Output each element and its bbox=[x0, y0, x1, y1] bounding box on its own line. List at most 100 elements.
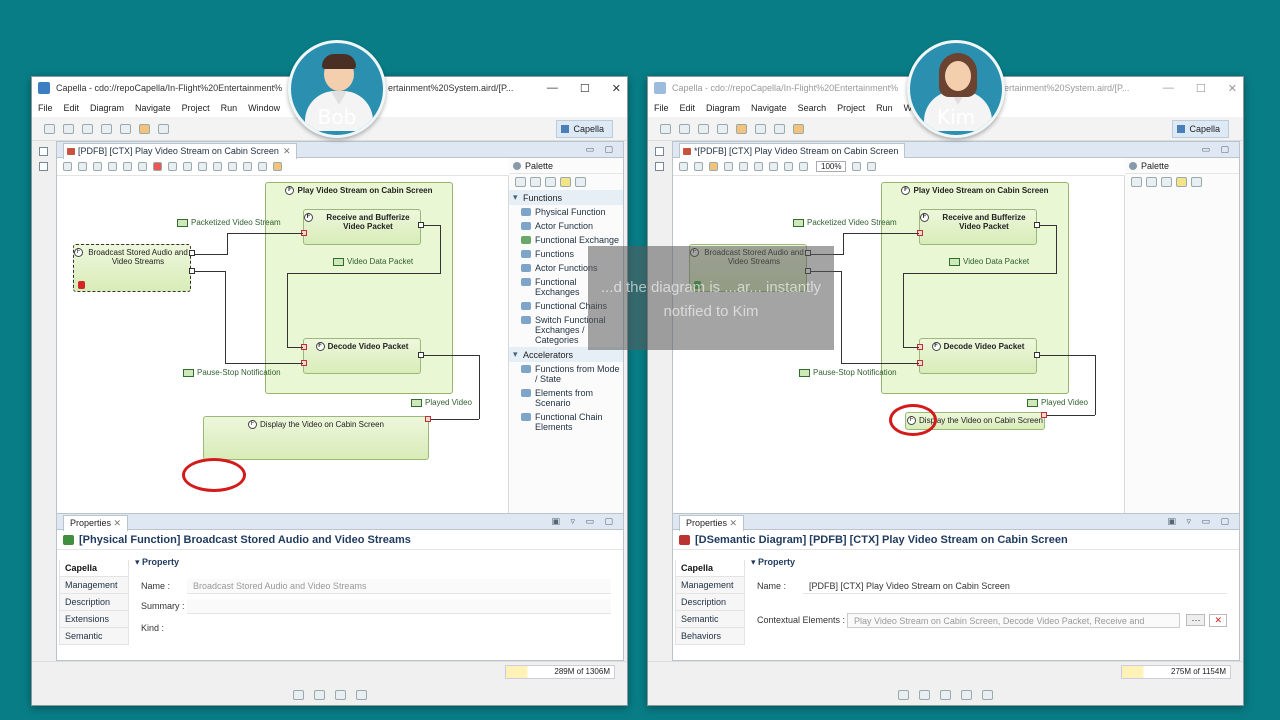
maximize-button[interactable]: ☐ bbox=[580, 82, 590, 95]
browse-button[interactable]: ··· bbox=[1186, 614, 1206, 626]
exchange-label[interactable]: Packetized Video Stream bbox=[177, 218, 281, 227]
font-color-icon[interactable] bbox=[198, 162, 207, 171]
side-tab-description[interactable]: Description bbox=[59, 594, 129, 611]
editor-tab[interactable]: [PDFB] [CTX] Play Video Stream on Cabin … bbox=[63, 142, 298, 159]
hierarchy-icon[interactable] bbox=[982, 690, 993, 700]
pointer-icon[interactable] bbox=[515, 177, 526, 187]
camera-icon[interactable] bbox=[852, 162, 862, 171]
italic-icon[interactable] bbox=[183, 162, 192, 171]
view-menu-icons[interactable]: ▣ ▿ ▭ ▢ bbox=[1167, 516, 1233, 527]
minimize-maximize-icons[interactable]: ▭ ▢ bbox=[585, 144, 617, 155]
function-decode[interactable]: F Decode Video Packet bbox=[919, 338, 1037, 374]
line-color-icon[interactable] bbox=[228, 162, 237, 171]
side-tab-management[interactable]: Management bbox=[675, 577, 745, 594]
menu-search[interactable]: Search bbox=[798, 103, 827, 113]
menu-diagram[interactable]: Diagram bbox=[706, 103, 740, 113]
print-icon[interactable] bbox=[717, 123, 728, 134]
save-all-icon[interactable] bbox=[698, 123, 709, 134]
export-icon[interactable] bbox=[123, 162, 132, 171]
maximize-button[interactable]: ☐ bbox=[1196, 82, 1206, 95]
summary-input[interactable] bbox=[187, 598, 611, 614]
image-icon[interactable] bbox=[258, 162, 267, 171]
name-input[interactable]: Broadcast Stored Audio and Video Streams bbox=[187, 578, 611, 594]
problems-icon[interactable] bbox=[355, 690, 367, 700]
forward-arrow-icon[interactable] bbox=[158, 123, 169, 134]
side-tab-capella[interactable]: Capella bbox=[59, 560, 129, 577]
function-receive-bufferize[interactable]: F Receive and Bufferize Video Packet bbox=[919, 209, 1037, 245]
close-button[interactable]: ✕ bbox=[612, 82, 621, 95]
editor-tab[interactable]: *[PDFB] [CTX] Play Video Stream on Cabin… bbox=[679, 143, 906, 158]
new-icon[interactable] bbox=[44, 123, 55, 134]
zoom-in-icon[interactable] bbox=[530, 177, 541, 187]
pin-icon[interactable] bbox=[769, 162, 778, 171]
exchange-label[interactable]: Packetized Video Stream bbox=[793, 218, 897, 227]
menu-project[interactable]: Project bbox=[837, 103, 865, 113]
select-icon[interactable] bbox=[679, 162, 688, 171]
function-decode[interactable]: F Decode Video Packet bbox=[303, 338, 421, 374]
navigate-icon[interactable] bbox=[774, 123, 785, 134]
pointer-icon[interactable] bbox=[1131, 177, 1142, 187]
zoom-in-icon[interactable] bbox=[784, 162, 793, 171]
menu-navigate[interactable]: Navigate bbox=[135, 103, 171, 113]
wand-icon[interactable] bbox=[755, 123, 766, 134]
back-arrow-icon[interactable] bbox=[139, 123, 150, 134]
exchange-label[interactable]: Played Video bbox=[411, 398, 472, 407]
perspective-capella-button[interactable]: Capella bbox=[556, 120, 613, 138]
zoom-out-icon[interactable] bbox=[545, 177, 556, 187]
undo-icon[interactable] bbox=[120, 123, 131, 134]
save-all-icon[interactable] bbox=[82, 123, 93, 134]
outline-icon[interactable] bbox=[919, 690, 930, 700]
minimize-button[interactable]: — bbox=[547, 82, 558, 94]
zoom-select[interactable]: 100% bbox=[816, 161, 847, 172]
menu-run[interactable]: Run bbox=[221, 103, 238, 113]
project-explorer-icon[interactable] bbox=[654, 162, 664, 171]
menu-project[interactable]: Project bbox=[182, 103, 210, 113]
palette-item[interactable]: Functions from Mode / State bbox=[509, 362, 623, 386]
menu-navigate[interactable]: Navigate bbox=[751, 103, 787, 113]
function-receive-bufferize[interactable]: F Receive and Bufferize Video Packet bbox=[303, 209, 421, 245]
zoom-in-icon[interactable] bbox=[1146, 177, 1157, 187]
menu-diagram[interactable]: Diagram bbox=[90, 103, 124, 113]
side-tab-semantic[interactable]: Semantic bbox=[59, 628, 129, 645]
close-tab-icon[interactable]: ✕ bbox=[114, 518, 122, 528]
restore-icon[interactable] bbox=[334, 690, 346, 700]
remove-red-icon[interactable]: ✕ bbox=[1209, 613, 1227, 627]
palette-item[interactable]: Functional Chain Elements bbox=[509, 410, 623, 434]
exchange-label[interactable]: Played Video bbox=[1027, 398, 1088, 407]
side-tab-semantic[interactable]: Semantic bbox=[675, 611, 745, 628]
restore-icon[interactable] bbox=[898, 690, 909, 700]
save-icon[interactable] bbox=[679, 123, 690, 134]
restore-view-icon[interactable] bbox=[38, 147, 48, 156]
exchange-label[interactable]: Pause-Stop Notification bbox=[799, 368, 897, 377]
minimize-maximize-icons[interactable]: ▭ ▢ bbox=[1201, 144, 1233, 155]
back-arrow-icon[interactable] bbox=[793, 123, 804, 134]
note-icon[interactable] bbox=[560, 177, 571, 187]
restore-view-icon[interactable] bbox=[654, 147, 664, 156]
property-section-header[interactable]: ▾ Property bbox=[135, 554, 611, 570]
palette-item[interactable]: Elements from Scenario bbox=[509, 386, 623, 410]
perspective-capella-button[interactable]: Capella bbox=[1172, 120, 1229, 138]
menu-edit[interactable]: Edit bbox=[680, 103, 696, 113]
link-icon[interactable] bbox=[575, 177, 586, 187]
zoom-out-icon[interactable] bbox=[1161, 177, 1172, 187]
lock-icon[interactable] bbox=[736, 123, 747, 134]
palette-section-functions[interactable]: Functions bbox=[509, 190, 623, 205]
new-icon[interactable] bbox=[660, 123, 671, 134]
filter-icon[interactable] bbox=[739, 162, 748, 171]
problems-icon[interactable] bbox=[961, 690, 972, 700]
arrow-style-icon[interactable] bbox=[243, 162, 252, 171]
properties-tab[interactable]: Properties ✕ bbox=[63, 514, 129, 531]
name-input[interactable]: [PDFB] [CTX] Play Video Stream on Cabin … bbox=[803, 578, 1227, 594]
restore-icon[interactable] bbox=[940, 690, 951, 700]
layer-icon[interactable] bbox=[694, 162, 703, 171]
exchange-label[interactable]: Video Data Packet bbox=[949, 257, 1029, 266]
side-tab-description[interactable]: Description bbox=[675, 594, 745, 611]
restore-icon[interactable] bbox=[292, 690, 304, 700]
zoom-out-icon[interactable] bbox=[799, 162, 808, 171]
save-icon[interactable] bbox=[63, 123, 74, 134]
close-button[interactable]: ✕ bbox=[1228, 82, 1237, 95]
side-tab-behaviors[interactable]: Behaviors bbox=[675, 628, 745, 645]
project-explorer-icon[interactable] bbox=[38, 162, 48, 171]
filter-icon[interactable] bbox=[93, 162, 102, 171]
view-menu-icons[interactable]: ▣ ▿ ▭ ▢ bbox=[551, 516, 617, 527]
